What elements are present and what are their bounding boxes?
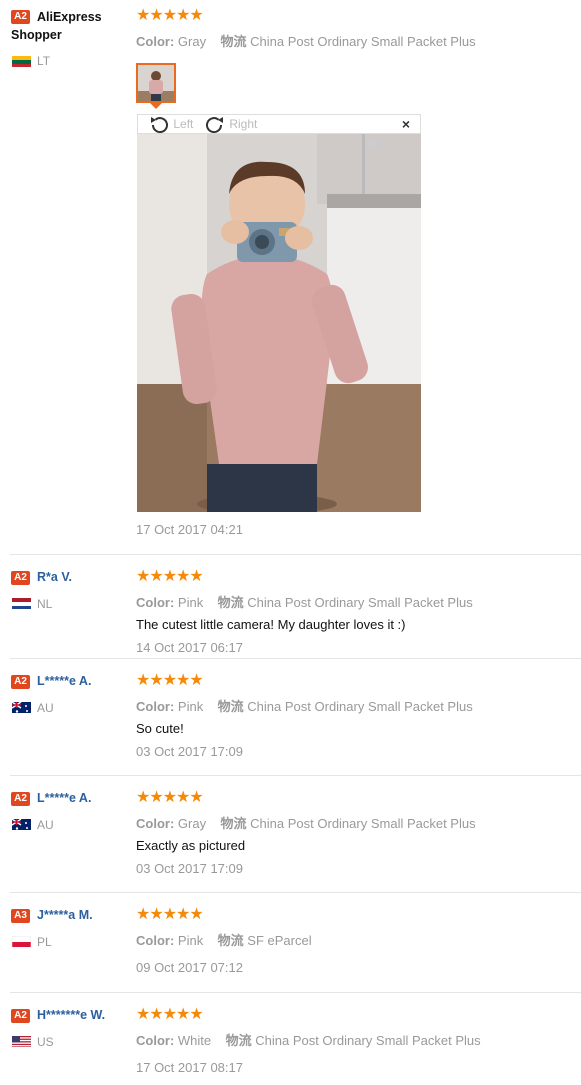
color-label: Color: <box>136 699 175 714</box>
rating-stars: ★★★★★ <box>136 672 204 689</box>
reviewer-name: AliExpress <box>37 8 102 27</box>
flag-au-icon <box>12 701 31 713</box>
thumbnail-pointer <box>150 103 162 109</box>
order-info: Color: Pink 物流 China Post Ordinary Small… <box>136 696 473 715</box>
shipping-method: China Post Ordinary Small Packet Plus <box>247 595 473 610</box>
buyer-level-badge: A2 <box>11 10 30 24</box>
buyer-level-badge: A3 <box>11 909 30 923</box>
color-value: Pink <box>177 933 204 948</box>
rating-stars: ★★★★★ <box>136 7 204 24</box>
review-feedback: Exactly as pictured <box>136 838 246 853</box>
color-value: Pink <box>177 699 204 714</box>
shipping-method: China Post Ordinary Small Packet Plus <box>250 34 476 49</box>
reviewer-name[interactable]: H*******e W. <box>37 1008 105 1022</box>
color-value: White <box>177 1033 212 1048</box>
review-divider <box>10 775 581 776</box>
rating-stars: ★★★★★ <box>136 906 204 923</box>
shipping-method: China Post Ordinary Small Packet Plus <box>255 1033 481 1048</box>
review-date: 17 Oct 2017 08:17 <box>136 1060 243 1075</box>
shipping-method: China Post Ordinary Small Packet Plus <box>250 816 476 831</box>
rating-stars: ★★★★★ <box>136 789 204 806</box>
rotate-right-button[interactable]: Right <box>204 116 257 134</box>
review-divider <box>10 658 581 659</box>
order-info: Color: Gray 物流 China Post Ordinary Small… <box>136 31 476 50</box>
reviewer-name-line1: AliExpress <box>37 10 102 24</box>
rotate-left-button[interactable]: Left <box>148 116 193 134</box>
reviewer-country: PL <box>37 935 52 949</box>
reviewer-name-2: Shopper <box>11 26 62 45</box>
order-info: Color: Gray 物流 China Post Ordinary Small… <box>136 813 476 832</box>
color-label: Color: <box>136 595 175 610</box>
buyer-level-badge: A2 <box>11 571 30 585</box>
flag-us-icon <box>12 1035 31 1047</box>
rotate-left-label: Left <box>173 117 194 132</box>
review-photo-thumbnail[interactable] <box>136 63 176 103</box>
flag-lt-icon <box>12 55 31 67</box>
color-label: Color: <box>136 816 175 831</box>
review-date: 03 Oct 2017 17:09 <box>136 744 243 759</box>
shipping-method: China Post Ordinary Small Packet Plus <box>247 699 473 714</box>
review-feedback: The cutest little camera! My daughter lo… <box>136 617 406 632</box>
color-value: Gray <box>177 816 207 831</box>
logistics-label: 物流 <box>217 595 244 610</box>
logistics-label: 物流 <box>225 1033 252 1048</box>
order-info: Color: White 物流 China Post Ordinary Smal… <box>136 1030 481 1049</box>
reviewer-name[interactable]: L*****e A. <box>37 674 91 688</box>
rotate-right-icon <box>206 117 223 134</box>
review-divider <box>10 892 581 893</box>
logistics-label: 物流 <box>217 699 244 714</box>
color-value: Gray <box>177 34 207 49</box>
order-info: Color: Pink 物流 China Post Ordinary Small… <box>136 592 473 611</box>
reviewer-country: LT <box>37 54 51 68</box>
rotate-left-icon <box>151 117 168 134</box>
review-date: 09 Oct 2017 07:12 <box>136 960 243 975</box>
logistics-label: 物流 <box>220 34 247 49</box>
review-photo-large <box>137 134 421 512</box>
review-date: 03 Oct 2017 17:09 <box>136 861 243 876</box>
flag-au-icon <box>12 818 31 830</box>
close-icon[interactable]: × <box>402 116 410 132</box>
buyer-level-badge: A2 <box>11 1009 30 1023</box>
buyer-level-badge: A2 <box>11 792 30 806</box>
reviewer-name[interactable]: J*****a M. <box>37 908 93 922</box>
shipping-method: SF eParcel <box>247 933 312 948</box>
color-label: Color: <box>136 34 175 49</box>
buyer-level-badge: A2 <box>11 675 30 689</box>
reviewer-country: US <box>37 1035 54 1049</box>
logistics-label: 物流 <box>217 933 244 948</box>
review-date: 17 Oct 2017 04:21 <box>136 522 243 537</box>
order-info: Color: Pink 物流 SF eParcel <box>136 930 312 949</box>
reviewer-country: AU <box>37 818 54 832</box>
color-value: Pink <box>177 595 204 610</box>
review-date: 14 Oct 2017 06:17 <box>136 640 243 655</box>
rotate-right-label: Right <box>229 117 258 132</box>
review-divider <box>10 554 581 555</box>
reviewer-name[interactable]: L*****e A. <box>37 791 91 805</box>
review-feedback: So cute! <box>136 721 184 736</box>
reviewer-name-line2: Shopper <box>11 28 62 42</box>
color-label: Color: <box>136 933 175 948</box>
review-divider <box>10 992 581 993</box>
rating-stars: ★★★★★ <box>136 568 204 585</box>
rating-stars: ★★★★★ <box>136 1006 204 1023</box>
flag-nl-icon <box>12 597 31 609</box>
flag-pl-icon <box>12 935 31 947</box>
reviewer-country: NL <box>37 597 53 611</box>
reviewer-name[interactable]: R*a V. <box>37 570 72 584</box>
reviewer-country: AU <box>37 701 54 715</box>
color-label: Color: <box>136 1033 175 1048</box>
photo-viewer-toolbar: Left Right × <box>137 114 421 134</box>
logistics-label: 物流 <box>220 816 247 831</box>
